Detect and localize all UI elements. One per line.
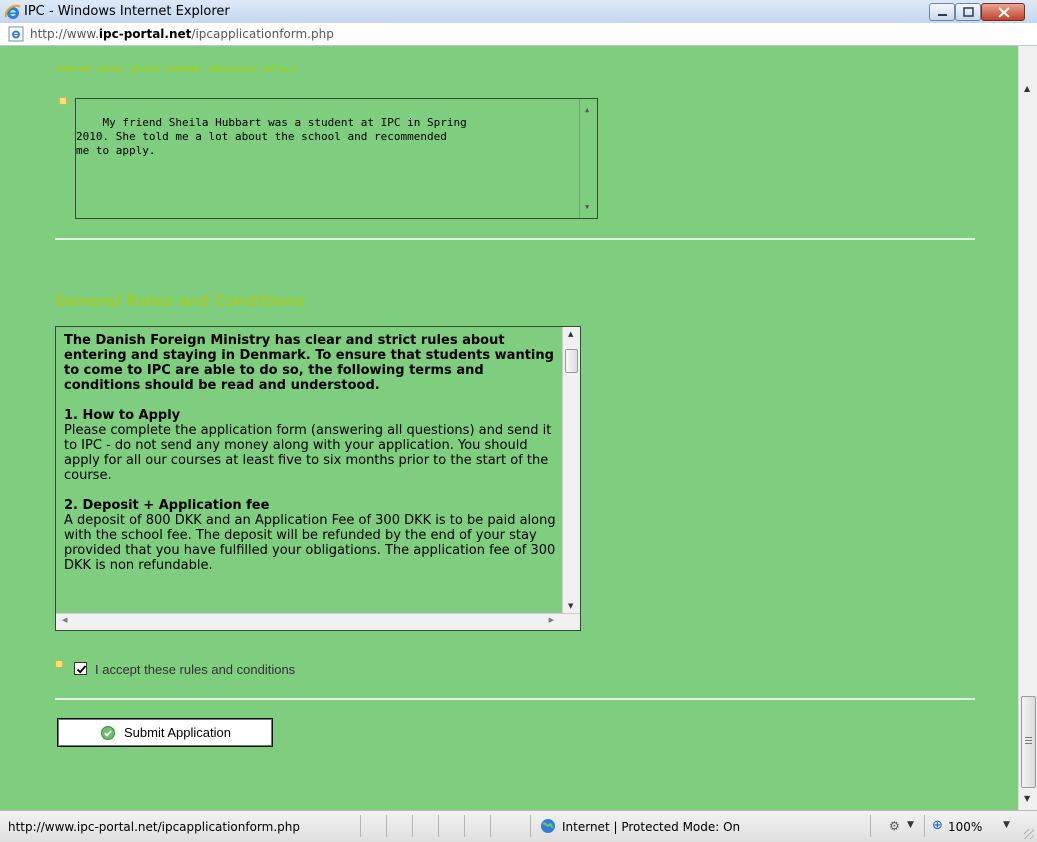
minimize-button[interactable] (929, 3, 955, 21)
chevron-down-icon[interactable]: ▼ (1003, 820, 1010, 830)
required-marker-icon (59, 97, 67, 105)
section-divider (55, 238, 975, 240)
rules-section-1-heading: 1. How to Apply (64, 408, 181, 423)
check-circle-icon (101, 726, 115, 740)
rules-intro: The Danish Foreign Ministry has clear an… (64, 333, 554, 393)
scroll-up-icon[interactable]: ▲ (568, 330, 573, 338)
hear-about-textarea[interactable]: My friend Sheila Hubbart was a student a… (75, 98, 598, 219)
status-bar: http://www.ipc-portal.net/ipcapplication… (0, 810, 1037, 842)
close-icon (998, 7, 1010, 18)
window-title: IPC - Windows Internet Explorer (24, 4, 230, 19)
rules-section-1-text: Please complete the application form (an… (64, 423, 552, 483)
maximize-button[interactable] (955, 3, 981, 21)
rules-heading: General Rules and Conditions (55, 292, 305, 310)
minimize-icon (938, 14, 947, 16)
status-separator (530, 815, 531, 837)
status-separator (464, 815, 465, 837)
address-bar[interactable]: http://www.ipc-portal.net/ipcapplication… (0, 23, 1037, 46)
scroll-up-icon[interactable]: ▲ (585, 103, 589, 117)
status-separator (870, 815, 871, 837)
submit-application-label: Submit Application (124, 725, 231, 740)
scroll-right-icon[interactable]: ▶ (549, 616, 554, 624)
security-zone[interactable]: Internet | Protected Mode: On (562, 820, 740, 834)
scroll-thumb[interactable] (565, 349, 578, 373)
rules-section-2-heading: 2. Deposit + Application fee (64, 498, 270, 513)
required-marker-icon (55, 660, 63, 668)
chevron-down-icon[interactable]: ▼ (907, 820, 914, 830)
submit-application-button[interactable]: Submit Application (57, 718, 273, 747)
status-separator (360, 815, 361, 837)
grip-icon (1025, 737, 1032, 745)
zoom-level[interactable]: 100% (948, 820, 982, 834)
status-separator (438, 815, 439, 837)
rules-section-2-text: A deposit of 800 DKK and an Application … (64, 513, 556, 573)
status-separator (412, 815, 413, 837)
checkmark-icon (76, 665, 87, 674)
rules-textbox[interactable]: The Danish Foreign Ministry has clear an… (55, 326, 581, 631)
page-vertical-scrollbar[interactable]: ▲ ▼ (1018, 46, 1037, 810)
scroll-up-icon[interactable]: ▲ (1024, 84, 1030, 93)
rules-horizontal-scrollbar[interactable]: ◀ ▶ (56, 613, 580, 630)
status-url: http://www.ipc-portal.net/ipcapplication… (8, 820, 301, 834)
close-button[interactable] (981, 3, 1025, 21)
rules-vertical-scrollbar[interactable]: ▲ ▼ (562, 327, 580, 613)
zoom-icon[interactable]: ⊕ (932, 818, 943, 833)
rules-content: The Danish Foreign Ministry has clear an… (64, 333, 560, 588)
popup-security-icon[interactable]: ⚙ (889, 819, 900, 833)
scroll-left-icon[interactable]: ◀ (62, 616, 67, 624)
window-title-bar[interactable]: IPC - Windows Internet Explorer (0, 0, 1037, 25)
page-scroll-thumb[interactable] (1021, 696, 1036, 788)
accept-rules-label[interactable]: I accept these rules and conditions (95, 662, 295, 677)
scroll-down-icon[interactable]: ▼ (568, 602, 573, 610)
section-divider (55, 698, 975, 700)
status-separator (386, 815, 387, 837)
maximize-icon (963, 7, 974, 17)
status-separator (490, 815, 491, 837)
scroll-down-icon[interactable]: ▼ (1024, 794, 1030, 803)
ie-page-icon (8, 26, 24, 42)
address-url[interactable]: http://www.ipc-portal.net/ipcapplication… (30, 27, 334, 41)
page-content: How did you hear about IPC? My friend Sh… (0, 46, 1018, 810)
hear-about-heading: How did you hear about IPC? (55, 58, 299, 76)
scroll-down-icon[interactable]: ▼ (585, 200, 589, 214)
hear-about-text: My friend Sheila Hubbart was a student a… (76, 116, 467, 157)
resize-grip-icon[interactable] (1024, 829, 1034, 839)
status-separator (924, 815, 925, 837)
textarea-scrollbar[interactable]: ▲ ▼ (579, 99, 597, 218)
internet-zone-icon (541, 819, 555, 833)
accept-rules-checkbox[interactable] (74, 662, 87, 675)
internet-explorer-icon (4, 4, 21, 19)
